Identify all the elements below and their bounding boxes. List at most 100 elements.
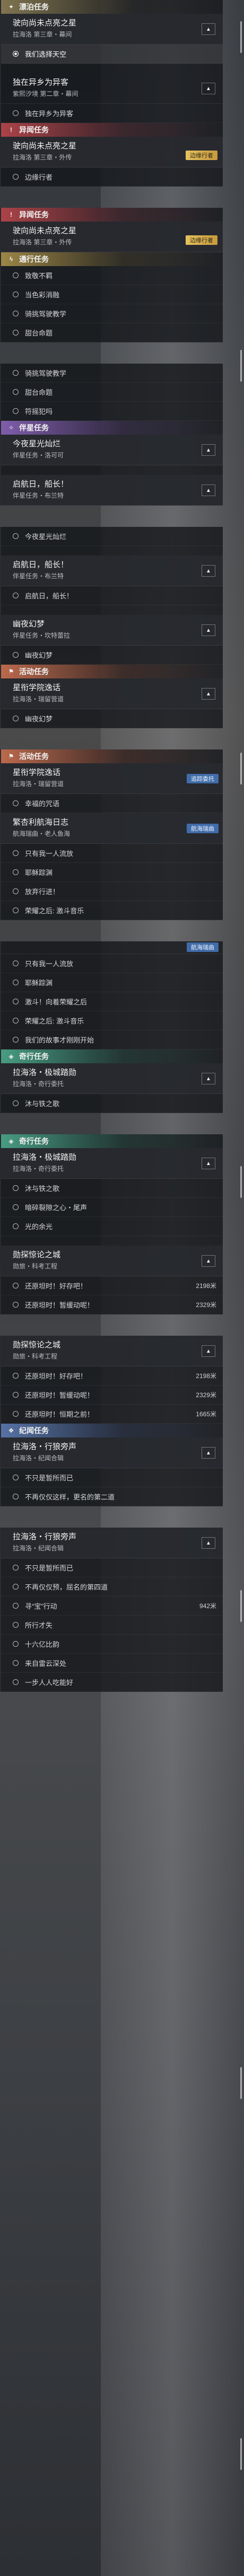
- quest-step[interactable]: 所行才失: [1, 1616, 223, 1635]
- quest-step[interactable]: 骑挑驾驶教学: [1, 304, 223, 323]
- track-badge[interactable]: 航海瑞曲: [187, 942, 219, 952]
- quest-step[interactable]: 幽夜幻梦: [1, 646, 223, 665]
- quest-item[interactable]: 今夜星光灿烂 伴星任务・洛可可 ▲: [1, 435, 223, 465]
- scrollbar[interactable]: [240, 753, 242, 784]
- quest-step[interactable]: 不再仅仅预，屈名的第四道: [1, 1577, 223, 1596]
- chevron-up-icon[interactable]: ▲: [202, 1447, 215, 1459]
- chevron-up-icon[interactable]: ▲: [202, 624, 215, 636]
- compass-icon: ◈: [8, 1137, 14, 1145]
- quest-step[interactable]: 今夜星光灿烂: [1, 527, 223, 546]
- chevron-up-icon[interactable]: ▲: [202, 1255, 215, 1267]
- quest-step[interactable]: 寻“宝”行动 942米: [1, 1596, 223, 1616]
- quest-item[interactable]: 拉海洛・极城踏勋 拉海洛・奇行委托 ▲: [1, 1148, 223, 1179]
- category-header-event[interactable]: ⚑ 活动任务: [1, 749, 223, 763]
- quest-step[interactable]: 致敬不羁: [1, 266, 223, 285]
- scrollbar[interactable]: [240, 21, 242, 53]
- quest-step[interactable]: 放弃行进！: [1, 882, 223, 901]
- category-header-daily[interactable]: ϟ 通行任务: [1, 252, 223, 266]
- chevron-up-icon[interactable]: ▲: [202, 1345, 215, 1357]
- quest-step[interactable]: 骑挑驾驶教学: [1, 364, 223, 383]
- chevron-up-icon[interactable]: ▲: [202, 1537, 215, 1549]
- quest-step[interactable]: 还原坦时！暂缓动呢！ 2329米: [1, 1386, 223, 1405]
- quest-item[interactable]: 勋探惊论之城 勋旅・科考工程 ▲: [1, 1336, 223, 1366]
- quest-step[interactable]: 沐与铁之歌: [1, 1179, 223, 1198]
- circle-bullet-icon: [13, 272, 19, 278]
- category-header-side[interactable]: ! 异闻任务: [1, 123, 223, 137]
- quest-step[interactable]: 不只是暂所而已: [1, 1558, 223, 1577]
- circle-bullet-icon: [13, 389, 19, 395]
- quest-step[interactable]: 边缘行者: [1, 167, 223, 187]
- quest-step[interactable]: 来自雷云深处: [1, 1654, 223, 1673]
- quest-step[interactable]: 还原坦时！恒期之前！ 1665米: [1, 1405, 223, 1424]
- quest-step[interactable]: 一步人人吃能好: [1, 1673, 223, 1692]
- quest-step[interactable]: 甜台命题: [1, 323, 223, 342]
- quest-item[interactable]: 拉海洛・极城踏勋 拉海洛・奇行委托 ▲: [1, 1063, 223, 1094]
- category-header-adventure[interactable]: ◈ 奇行任务: [1, 1134, 223, 1148]
- category-companion-continued: 今夜星光灿烂 启航日，船长！ 伴星任务・布兰特 ▲ 启航日，船长！ 幽夜幻梦 伴…: [0, 527, 223, 728]
- quest-step[interactable]: 只有我一人流放: [1, 954, 223, 973]
- quest-item[interactable]: 拉海洛・行狼旁声 拉海洛・纪闻合辑 ▲: [1, 1528, 223, 1558]
- quest-step[interactable]: 耶稣踪渊: [1, 863, 223, 882]
- category-header-side[interactable]: ! 异闻任务: [1, 208, 223, 222]
- quest-item[interactable]: 航海瑞曲: [1, 941, 223, 954]
- track-badge[interactable]: 航海瑞曲: [187, 824, 219, 833]
- quest-item[interactable]: 启航日，船长！ 伴星任务・布兰特 ▲: [1, 475, 223, 506]
- chevron-up-icon[interactable]: ▲: [202, 688, 215, 700]
- quest-item[interactable]: 繁杏利航海日志 航海瑞曲・老人鱼海 航海瑞曲: [1, 813, 223, 844]
- category-header-companion[interactable]: ✧ 伴星任务: [1, 421, 223, 435]
- quest-step[interactable]: 幸福的咒语: [1, 794, 223, 813]
- chevron-up-icon[interactable]: ▲: [202, 565, 215, 577]
- scrollbar[interactable]: [240, 1166, 242, 1198]
- quest-step[interactable]: 十六亿比韵: [1, 1635, 223, 1654]
- scrollbar[interactable]: [240, 2438, 242, 2470]
- quest-step[interactable]: 耶稣踪渊: [1, 973, 223, 992]
- scrollbar[interactable]: [240, 350, 242, 382]
- quest-item[interactable]: 驶向尚未点亮之星 拉海洛 第三章・外传 边缘行者: [1, 222, 223, 252]
- quest-subtitle: 拉海洛・瑞留营道: [13, 780, 64, 788]
- category-header-adventure[interactable]: ◈ 奇行任务: [1, 1049, 223, 1063]
- quest-step[interactable]: 还原坦时！好存吧！ 2198米: [1, 1276, 223, 1295]
- quest-step[interactable]: 我们的故事才刚刚开始: [1, 1030, 223, 1049]
- quest-step[interactable]: 还原坦时！好存吧！ 2198米: [1, 1366, 223, 1386]
- quest-item[interactable]: 驶向尚未点亮之星 拉海洛 第三章・幕间 ▲: [1, 14, 223, 45]
- quest-step[interactable]: 我们选择天空: [1, 45, 223, 64]
- quest-step[interactable]: 光的余光: [1, 1217, 223, 1236]
- quest-step[interactable]: 独在异乡为异客: [1, 104, 223, 123]
- scrollbar[interactable]: [240, 2067, 242, 2099]
- category-header-main[interactable]: ✦ 漂泊任务: [1, 0, 223, 14]
- quest-step[interactable]: 只有我一人流放: [1, 844, 223, 863]
- track-badge[interactable]: 追踪委托: [187, 774, 219, 783]
- quest-item[interactable]: 启航日，船长！ 伴星任务・布兰特 ▲: [1, 555, 223, 586]
- quest-step[interactable]: 不只是暂所而已: [1, 1468, 223, 1487]
- chevron-up-icon[interactable]: ▲: [202, 1158, 215, 1169]
- quest-step[interactable]: 幽夜幻梦: [1, 709, 223, 728]
- quest-step[interactable]: 启航日，船长！: [1, 586, 223, 605]
- quest-step[interactable]: 荣耀之后: 激斗音乐: [1, 1011, 223, 1030]
- chevron-up-icon[interactable]: ▲: [202, 23, 215, 35]
- quest-step[interactable]: 还原坦时！暂缓动呢！ 2329米: [1, 1295, 223, 1315]
- step-label: 来自雷云深处: [25, 1660, 67, 1668]
- chevron-up-icon[interactable]: ▲: [202, 1073, 215, 1084]
- quest-step[interactable]: 符摇犯吗: [1, 402, 223, 421]
- quest-step[interactable]: 甜台命题: [1, 383, 223, 402]
- quest-item[interactable]: 勋探惊论之城 勋旅・科考工程 ▲: [1, 1246, 223, 1276]
- quest-item[interactable]: 幽夜幻梦 伴星任务・坎特蕾拉 ▲: [1, 615, 223, 646]
- quest-step[interactable]: 暗碎裂隙之心・尾声: [1, 1198, 223, 1217]
- scrollbar[interactable]: [240, 1590, 242, 1622]
- category-header-memory[interactable]: ❖ 纪闻任务: [1, 1424, 223, 1437]
- quest-item[interactable]: 驶向尚未点亮之星 拉海洛 第三章・外传 边缘行者: [1, 137, 223, 167]
- quest-step[interactable]: 激斗！向着荣耀之后: [1, 992, 223, 1011]
- chevron-up-icon[interactable]: ▲: [202, 484, 215, 496]
- quest-step[interactable]: 荣耀之后: 激斗音乐: [1, 901, 223, 920]
- quest-step[interactable]: 沐与铁之歌: [1, 1094, 223, 1113]
- quest-item[interactable]: 星衔学院逸话 拉海洛・瑞留营道 追踪委托: [1, 763, 223, 794]
- circle-bullet-icon: [13, 1100, 19, 1106]
- chevron-up-icon[interactable]: ▲: [202, 444, 215, 456]
- quest-step[interactable]: 当色彩消融: [1, 285, 223, 304]
- quest-item[interactable]: 星衔学院逸话 拉海洛・瑞留营道 ▲: [1, 678, 223, 709]
- quest-step[interactable]: 不再仅仅这样，更名的第二道: [1, 1487, 223, 1506]
- quest-item[interactable]: 独在异乡为异客 紫熙汐境 第二章・幕间 ▲: [1, 73, 223, 104]
- chevron-up-icon[interactable]: ▲: [202, 83, 215, 94]
- category-header-event[interactable]: ⚑ 活动任务: [1, 665, 223, 678]
- quest-item[interactable]: 拉海洛・行狼旁声 拉海洛・纪闻合辑 ▲: [1, 1437, 223, 1468]
